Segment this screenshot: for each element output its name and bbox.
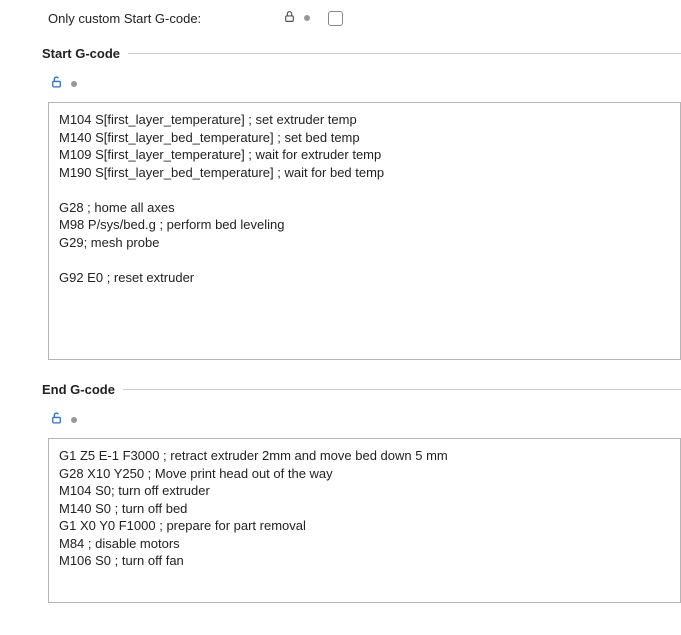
end-gcode-fieldset: End G-code G1 Z5 E-1 F3000 ; retract ext… xyxy=(44,382,681,603)
start-gcode-fieldset: Start G-code M104 S[first_layer_temperat… xyxy=(44,46,681,360)
end-gcode-icons xyxy=(44,407,681,438)
dot-icon xyxy=(71,81,77,87)
start-gcode-textarea[interactable]: M104 S[first_layer_temperature] ; set ex… xyxy=(48,102,681,360)
end-gcode-section: End G-code G1 Z5 E-1 F3000 ; retract ext… xyxy=(44,382,681,603)
only-custom-start-gcode-row: Only custom Start G-code: xyxy=(20,10,681,26)
unlock-icon[interactable] xyxy=(50,75,63,92)
start-gcode-legend: Start G-code xyxy=(42,46,128,61)
only-custom-start-gcode-label: Only custom Start G-code: xyxy=(48,11,283,26)
lock-icon[interactable] xyxy=(283,10,296,26)
dot-icon xyxy=(304,15,310,21)
end-gcode-textarea[interactable]: G1 Z5 E-1 F3000 ; retract extruder 2mm a… xyxy=(48,438,681,603)
start-gcode-icons xyxy=(44,71,681,102)
end-gcode-legend: End G-code xyxy=(42,382,123,397)
unlock-icon[interactable] xyxy=(50,411,63,428)
only-custom-start-gcode-checkbox[interactable] xyxy=(328,11,343,26)
dot-icon xyxy=(71,417,77,423)
top-row-icons xyxy=(283,10,310,26)
start-gcode-section: Start G-code M104 S[first_layer_temperat… xyxy=(44,46,681,360)
